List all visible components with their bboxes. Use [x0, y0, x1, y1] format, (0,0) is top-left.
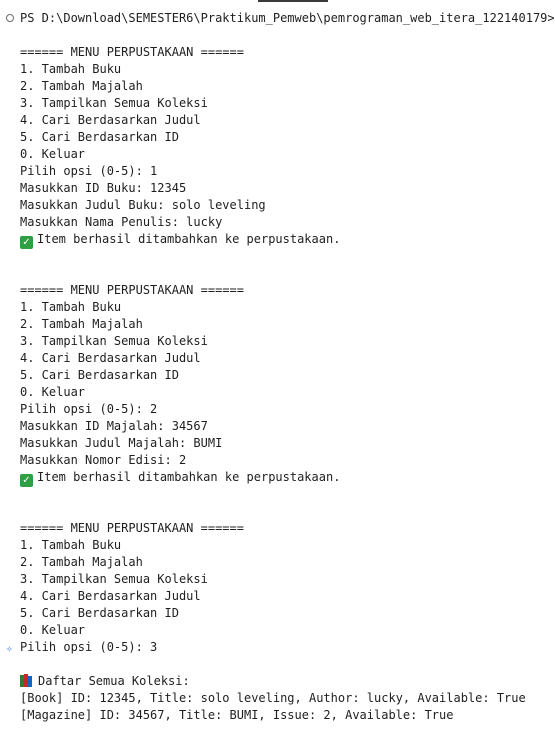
input-line: Masukkan ID Majalah: 34567: [20, 419, 208, 433]
input-line: Masukkan Judul Majalah: BUMI: [20, 436, 223, 450]
success-line: ✓ Item berhasil ditambahkan ke perpustaka…: [6, 469, 555, 487]
menu-item: 5. Cari Berdasarkan ID: [20, 368, 179, 382]
input-line: Masukkan ID Buku: 12345: [20, 181, 187, 195]
prompt-text: PS D:\Download\SEMESTER6\Praktikum_Pemwe…: [20, 11, 555, 25]
menu-header: ====== MENU PERPUSTAKAAN ======: [20, 45, 244, 59]
menu-item: 1. Tambah Buku: [20, 62, 122, 76]
input-line: Masukkan Judul Buku: solo leveling: [20, 198, 266, 212]
menu-header: ====== MENU PERPUSTAKAAN ======: [20, 283, 244, 297]
check-icon: ✓: [20, 474, 33, 487]
menu-item: 0. Keluar: [20, 385, 86, 399]
collection-item: [Magazine] ID: 34567, Title: BUMI, Issue…: [20, 708, 454, 722]
menu-item: 1. Tambah Buku: [20, 300, 122, 314]
books-icon: [20, 674, 34, 687]
menu-item: 0. Keluar: [20, 623, 86, 637]
menu-item: 4. Cari Berdasarkan Judul: [20, 113, 201, 127]
menu-item: 5. Cari Berdasarkan ID: [20, 130, 179, 144]
menu-item: 2. Tambah Majalah: [20, 79, 143, 93]
success-line: ✓ Item berhasil ditambahkan ke perpustaka…: [6, 231, 555, 249]
menu-header: ====== MENU PERPUSTAKAAN ======: [20, 521, 244, 535]
menu-item: 3. Tampilkan Semua Koleksi: [20, 334, 208, 348]
menu-item: 4. Cari Berdasarkan Judul: [20, 589, 201, 603]
sparkle-icon: ✧: [6, 642, 13, 655]
terminal-output[interactable]: PS D:\Download\SEMESTER6\Praktikum_Pemwe…: [6, 10, 555, 741]
input-line: Pilih opsi (0-5): 2: [20, 402, 158, 416]
menu-item: 3. Tampilkan Semua Koleksi: [20, 572, 208, 586]
check-icon: ✓: [20, 236, 33, 249]
input-line: ✧ Pilih opsi (0-5): 3: [6, 640, 158, 655]
scroll-indicator: [258, 0, 328, 2]
input-line: Masukkan Nama Penulis: lucky: [20, 215, 223, 229]
menu-item: 5. Cari Berdasarkan ID: [20, 606, 179, 620]
menu-item: 0. Keluar: [20, 147, 86, 161]
circle-icon: [6, 14, 14, 22]
collection-item: [Book] ID: 12345, Title: solo leveling, …: [20, 691, 526, 705]
menu-item: 2. Tambah Majalah: [20, 555, 143, 569]
menu-item: 3. Tampilkan Semua Koleksi: [20, 96, 208, 110]
menu-item: 2. Tambah Majalah: [20, 317, 143, 331]
menu-item: 1. Tambah Buku: [20, 538, 122, 552]
prompt-line: PS D:\Download\SEMESTER6\Praktikum_Pemwe…: [6, 10, 555, 27]
menu-item: 4. Cari Berdasarkan Judul: [20, 351, 201, 365]
collection-heading: Daftar Semua Koleksi:: [6, 673, 555, 690]
input-line: Pilih opsi (0-5): 1: [20, 164, 158, 178]
input-line: Masukkan Nomor Edisi: 2: [20, 453, 187, 467]
